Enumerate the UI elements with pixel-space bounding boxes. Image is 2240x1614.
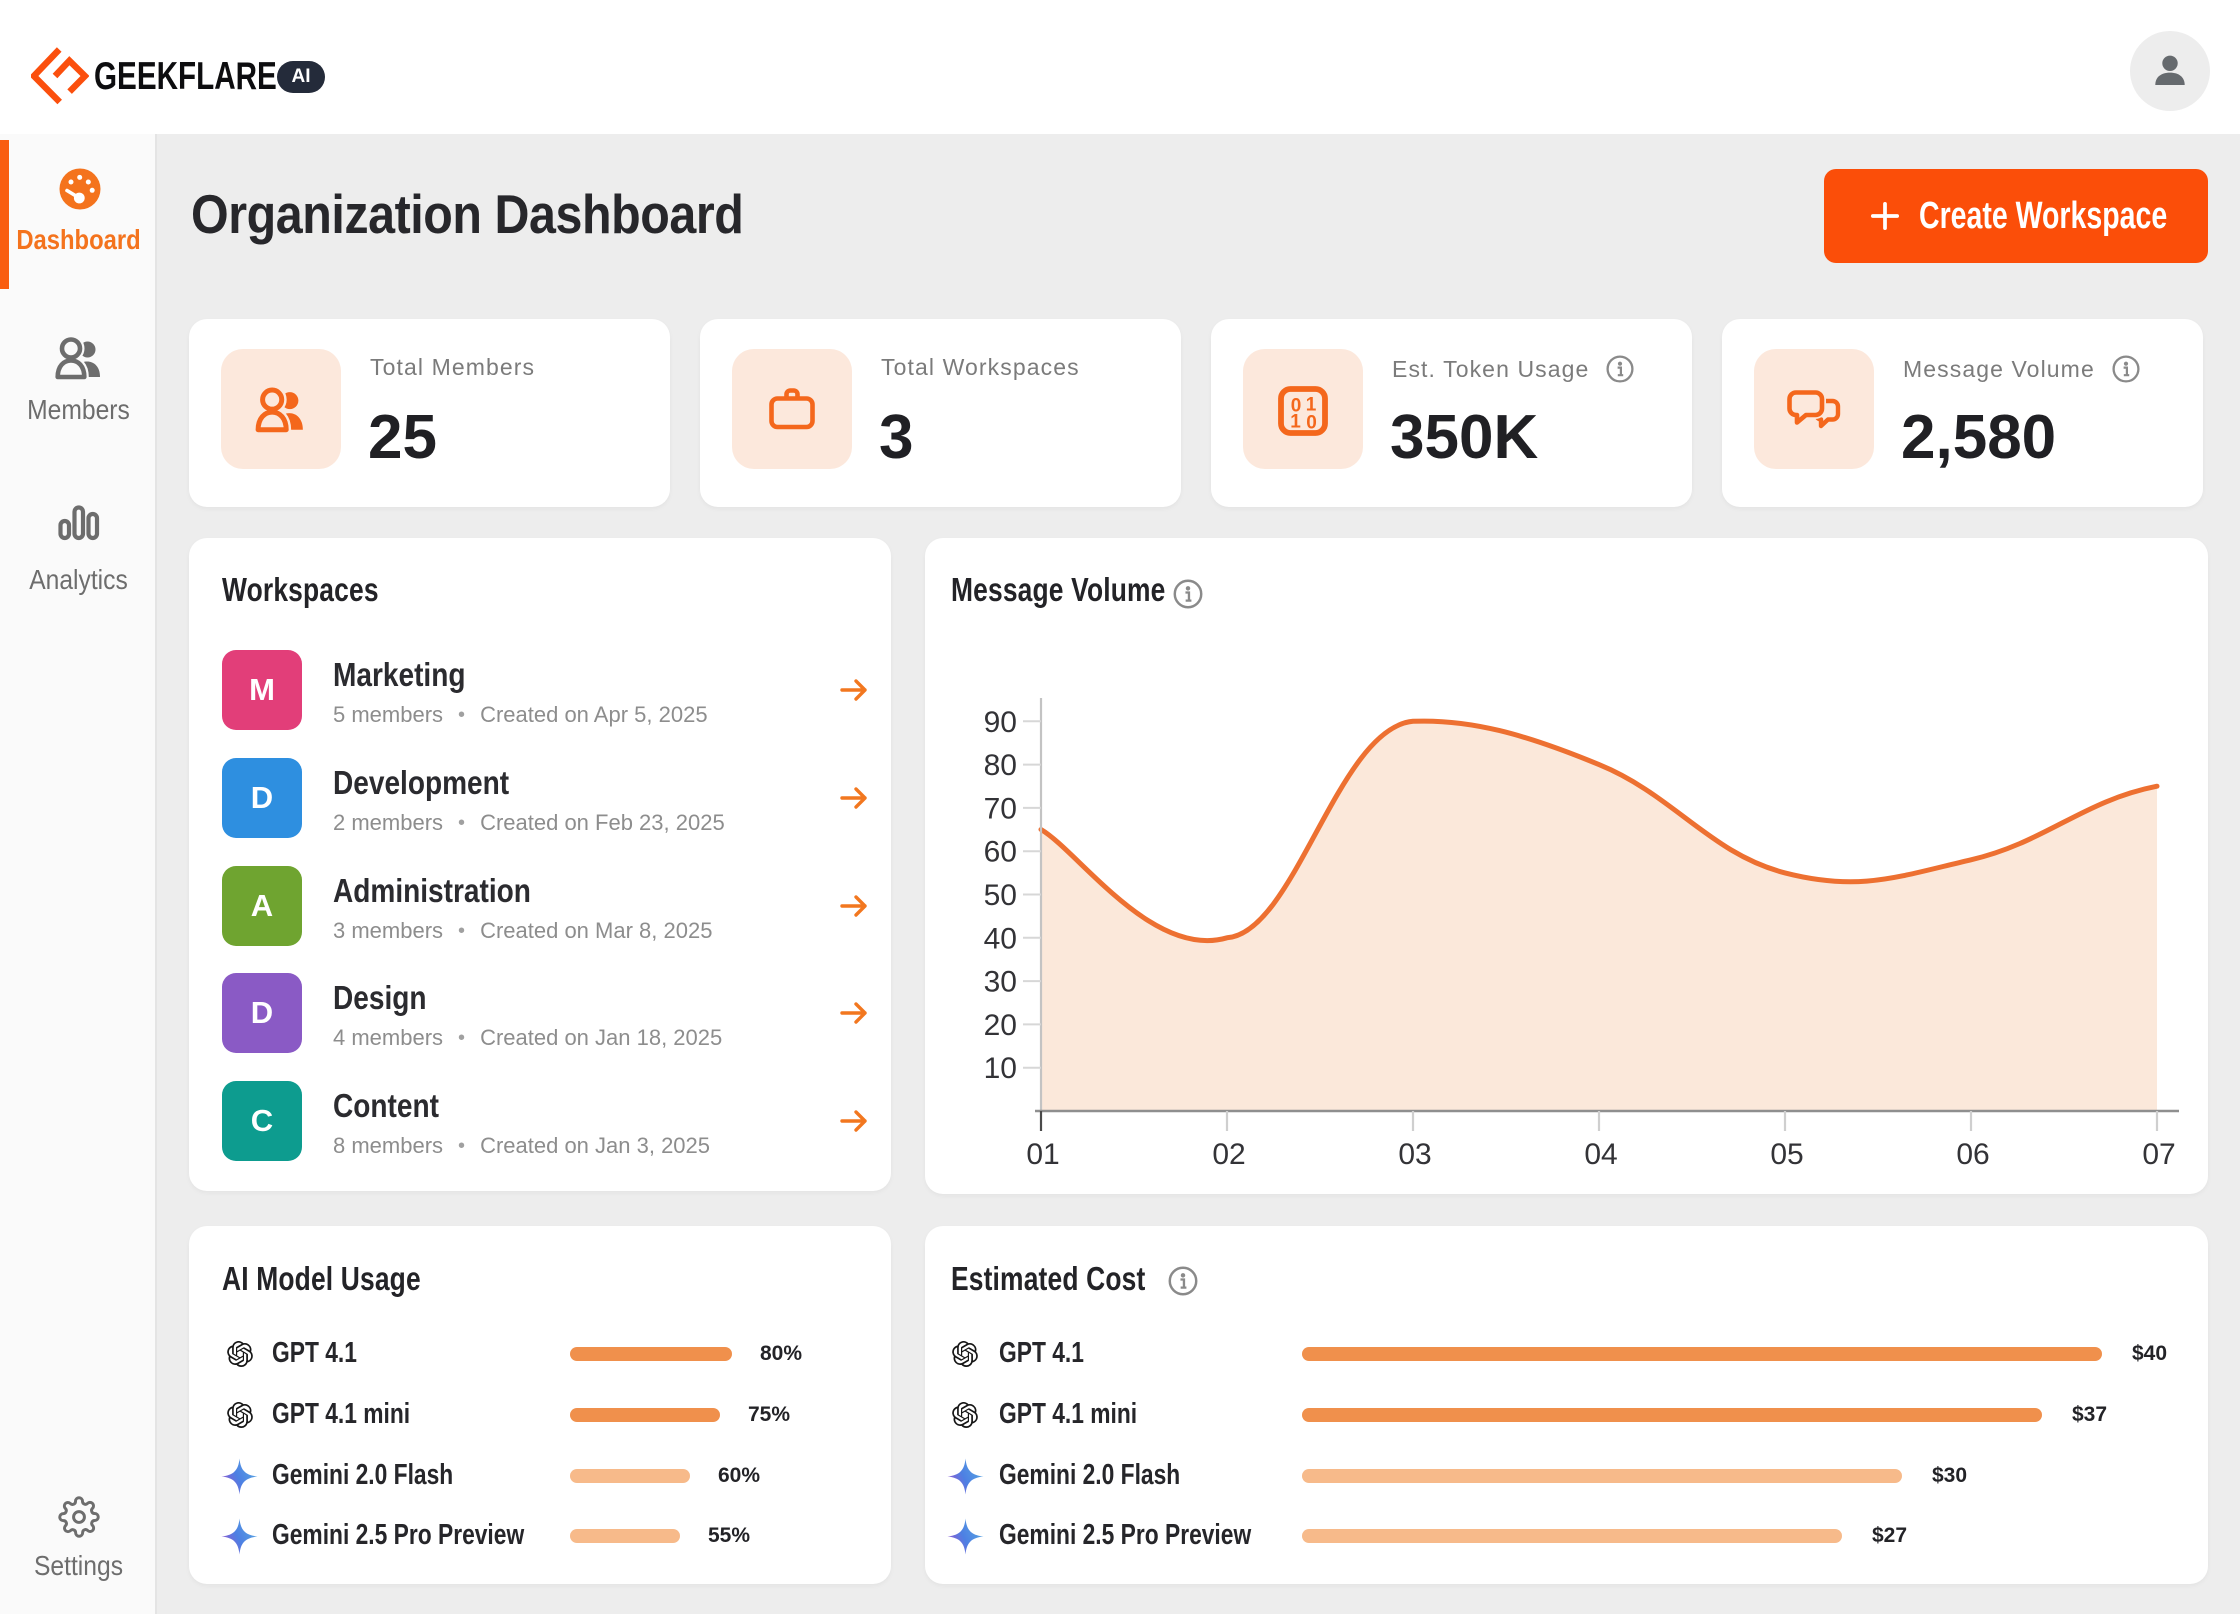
- svg-text:80: 80: [984, 749, 1017, 782]
- svg-text:05: 05: [1770, 1138, 1803, 1171]
- svg-text:90: 90: [984, 706, 1017, 739]
- svg-text:40: 40: [984, 922, 1017, 955]
- svg-text:04: 04: [1584, 1138, 1617, 1171]
- svg-text:1: 1: [1290, 412, 1301, 433]
- svg-text:01: 01: [1026, 1138, 1059, 1171]
- svg-text:0: 0: [1306, 413, 1317, 434]
- svg-text:10: 10: [984, 1052, 1017, 1085]
- svg-text:20: 20: [984, 1009, 1017, 1042]
- svg-text:50: 50: [984, 879, 1017, 912]
- svg-text:70: 70: [984, 792, 1017, 825]
- svg-text:07: 07: [2142, 1138, 2175, 1171]
- svg-text:06: 06: [1956, 1138, 1989, 1171]
- svg-text:30: 30: [984, 966, 1017, 999]
- svg-text:03: 03: [1398, 1138, 1431, 1171]
- svg-text:60: 60: [984, 836, 1017, 869]
- svg-text:02: 02: [1212, 1138, 1245, 1171]
